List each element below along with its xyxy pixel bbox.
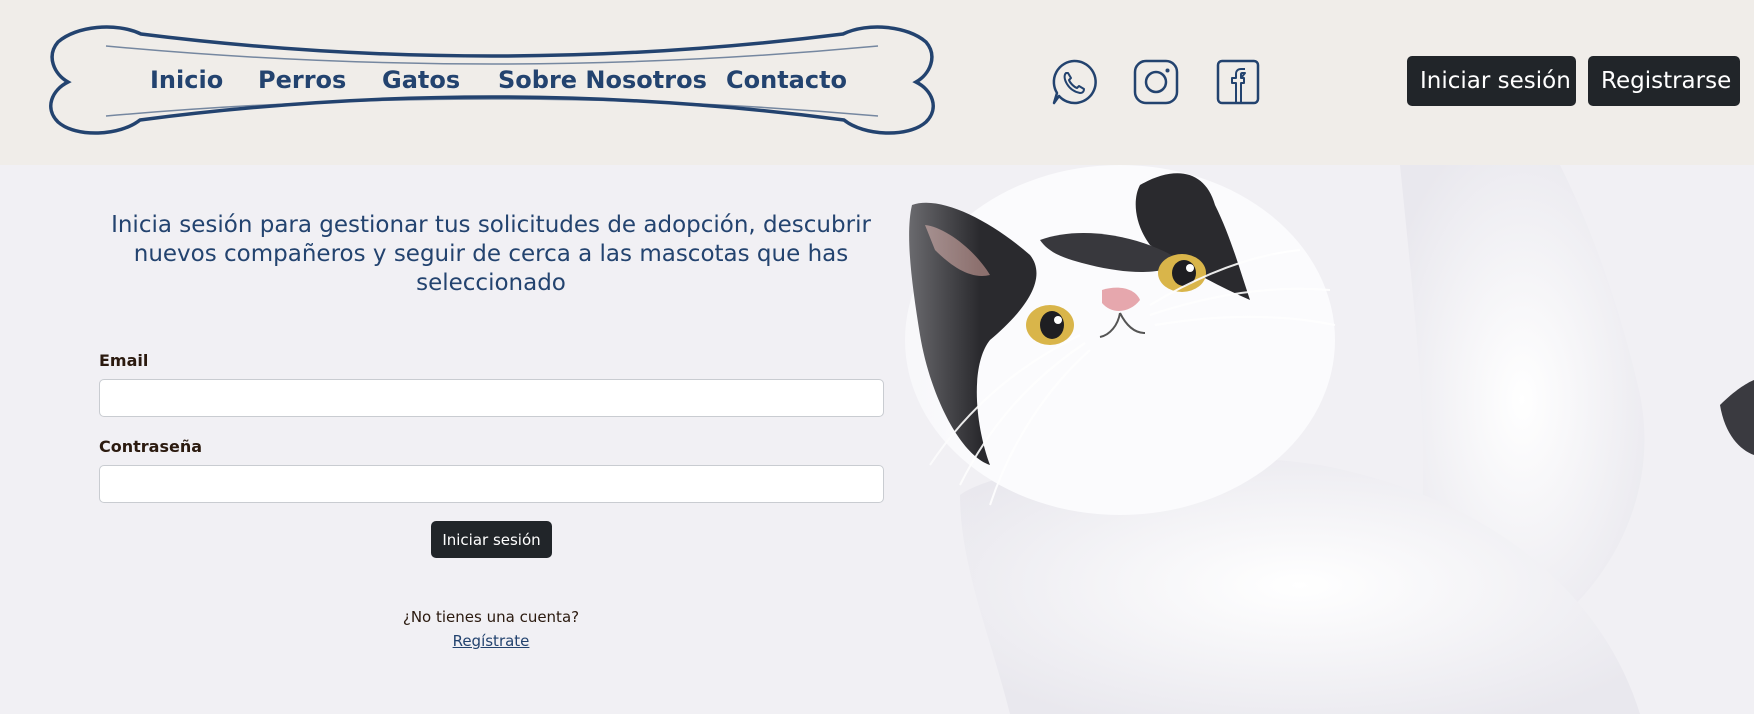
no-account-text: ¿No tienes una cuenta? (402, 608, 580, 626)
email-field[interactable] (99, 379, 884, 417)
bone-nav-frame: Inicio Perros Gatos Sobre Nosotros Conta… (46, 24, 938, 139)
login-section: Inicia sesión para gestionar tus solicit… (0, 165, 1754, 714)
password-label: Contraseña (99, 437, 203, 456)
main-nav: Inicio Perros Gatos Sobre Nosotros Conta… (46, 24, 938, 139)
nav-link-sobre-nosotros[interactable]: Sobre Nosotros (498, 66, 707, 94)
header-register-button[interactable]: Registrarse (1588, 56, 1740, 106)
facebook-icon[interactable] (1214, 58, 1262, 106)
email-label: Email (99, 351, 149, 370)
instagram-icon[interactable] (1132, 58, 1180, 106)
header-login-button[interactable]: Iniciar sesión (1407, 56, 1576, 106)
login-intro-text: Inicia sesión para gestionar tus solicit… (111, 212, 871, 296)
register-link[interactable]: Regístrate (250, 632, 732, 650)
nav-link-inicio[interactable]: Inicio (150, 66, 223, 94)
login-submit-button[interactable]: Iniciar sesión (431, 521, 552, 558)
password-field[interactable] (99, 465, 884, 503)
whatsapp-icon[interactable] (1050, 58, 1098, 106)
nav-link-contacto[interactable]: Contacto (726, 66, 847, 94)
site-header: Inicio Perros Gatos Sobre Nosotros Conta… (0, 0, 1754, 165)
nav-link-gatos[interactable]: Gatos (382, 66, 460, 94)
nav-link-perros[interactable]: Perros (258, 66, 346, 94)
